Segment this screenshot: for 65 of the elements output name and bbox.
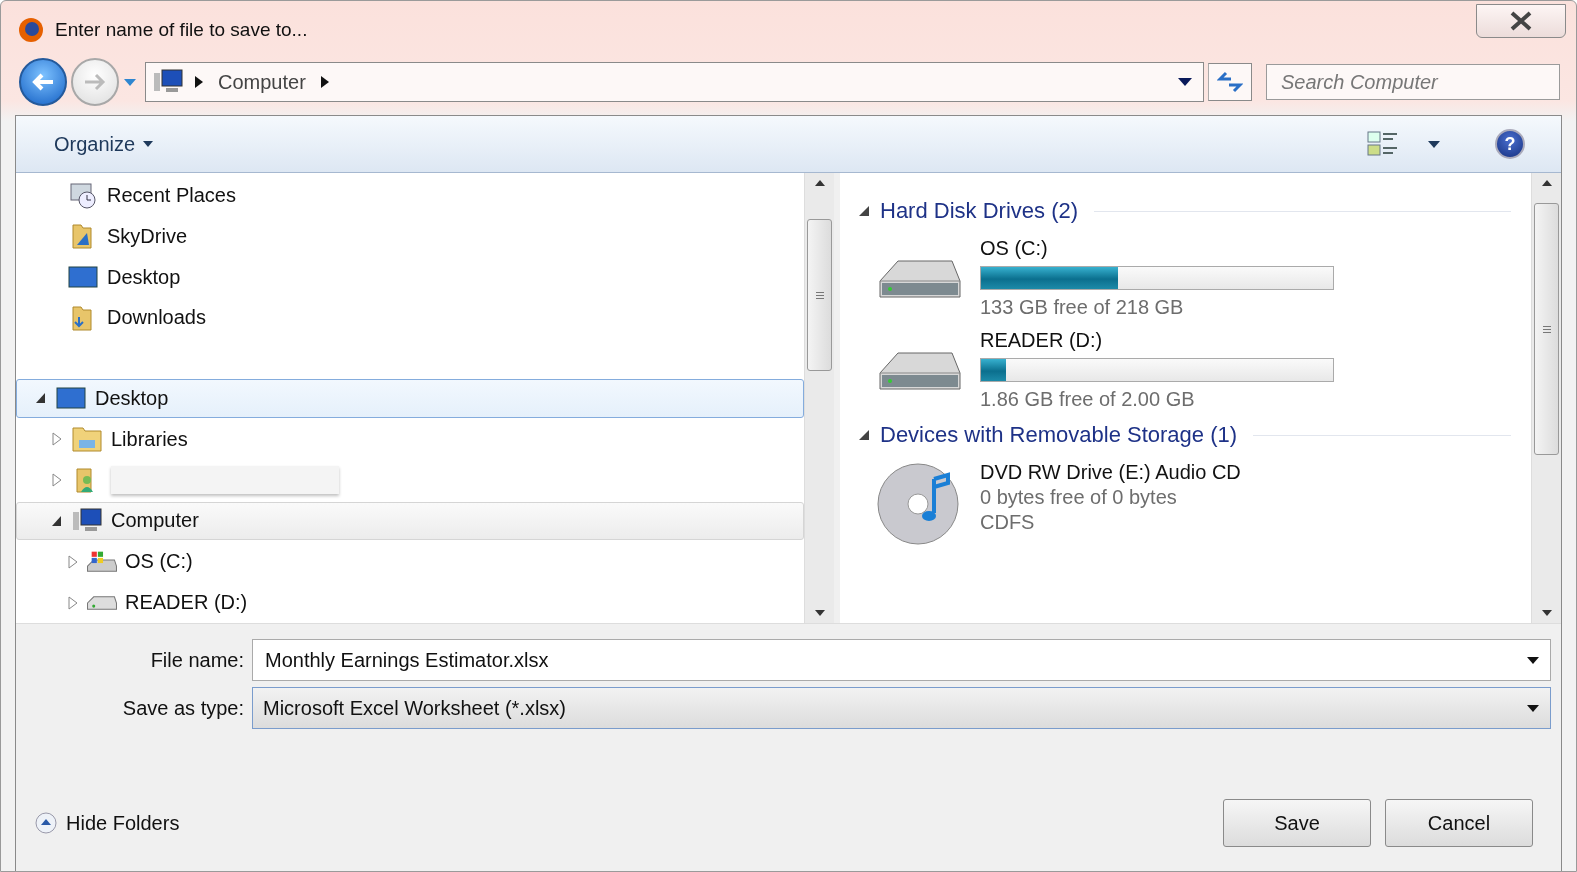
tree-item[interactable]: OS (C:) [16, 542, 804, 582]
drive-item[interactable]: OS (C:) 133 GB free of 218 GB [858, 231, 1531, 323]
scroll-down-arrow-icon[interactable] [813, 609, 826, 617]
search-box[interactable]: Search Computer [1266, 64, 1560, 100]
cancel-button[interactable]: Cancel [1385, 799, 1533, 847]
field-label: Save as type: [121, 696, 244, 720]
save-button[interactable]: Save [1223, 799, 1371, 847]
libraries-icon [71, 424, 103, 455]
caret-icon[interactable] [1427, 140, 1441, 148]
expand-arrow-icon[interactable] [51, 432, 63, 447]
caret-icon[interactable] [1526, 656, 1540, 664]
caret-icon[interactable] [1526, 704, 1540, 712]
cd-music-icon [876, 461, 962, 547]
grip-icon [815, 291, 824, 299]
back-arrow-icon [31, 72, 55, 92]
scroll-up-arrow-icon[interactable] [813, 179, 826, 187]
tree-item[interactable]: READER (D:) [16, 583, 804, 622]
drive-icon [87, 551, 117, 573]
expand-arrow-icon[interactable] [51, 473, 63, 488]
recent-places-icon [67, 180, 99, 211]
help-button[interactable]: ? [1495, 129, 1525, 159]
favorite-item[interactable]: SkyDrive [16, 216, 804, 256]
favorite-item[interactable]: Downloads [16, 298, 804, 338]
drive-item[interactable]: READER (D:) 1.86 GB free of 2.00 GB [858, 323, 1531, 415]
hide-folders-button[interactable]: Hide Folders [34, 811, 180, 835]
breadcrumb-arrow-icon[interactable] [194, 75, 204, 89]
tree-item[interactable]: Computer [16, 501, 804, 541]
file-type-dropdown[interactable]: Microsoft Excel Worksheet (*.xlsx) [252, 687, 1551, 729]
tree-item[interactable]: Desktop [16, 379, 804, 418]
breadcrumb-arrow-icon[interactable] [319, 75, 330, 89]
drive-item[interactable]: DVD RW Drive (E:) Audio CD 0 bytes free of 0 bytes CDFS [858, 455, 1531, 551]
scroll-thumb[interactable] [807, 219, 832, 371]
caret-icon[interactable] [1177, 77, 1193, 87]
breadcrumb-item[interactable]: Computer [214, 70, 310, 94]
drive-icon [87, 595, 117, 610]
refresh-button[interactable] [1208, 63, 1252, 101]
expand-arrow-icon[interactable] [67, 595, 79, 610]
grip-icon [1542, 325, 1551, 333]
scrollbar[interactable] [1531, 173, 1561, 623]
view-options-icon[interactable] [1367, 130, 1399, 158]
group-header[interactable]: Devices with Removable Storage (1) [858, 415, 1531, 455]
tree-item[interactable]: Libraries [16, 419, 804, 459]
group-header[interactable]: Hard Disk Drives (2) [858, 191, 1531, 231]
close-icon [1509, 11, 1533, 31]
forward-arrow-icon [83, 72, 107, 92]
scroll-up-arrow-icon[interactable] [1540, 179, 1553, 187]
close-button[interactable] [1476, 4, 1566, 38]
favorite-item[interactable]: Recent Places [16, 176, 804, 215]
favorite-item[interactable]: Desktop [16, 257, 804, 297]
organize-menu[interactable]: Organize [48, 131, 160, 157]
file-name-combo[interactable]: Monthly Earnings Estimator.xlsx [252, 639, 1551, 681]
scroll-down-arrow-icon[interactable] [1540, 609, 1553, 617]
refresh-icon [1217, 71, 1243, 93]
address-bar[interactable]: Computer [145, 62, 1204, 102]
expand-arrow-icon[interactable] [67, 554, 79, 569]
window-title: Enter name of file to save to... [55, 19, 309, 41]
browser-logo-icon [17, 16, 45, 44]
scrollbar[interactable] [804, 173, 834, 623]
scroll-thumb[interactable] [1534, 203, 1559, 455]
search-input[interactable]: Search Computer [1279, 69, 1551, 95]
caret-icon [143, 141, 154, 147]
back-button[interactable] [19, 58, 67, 106]
recent-pages-caret-icon[interactable] [123, 77, 137, 87]
file-name-input[interactable]: Monthly Earnings Estimator.xlsx [263, 647, 1526, 673]
field-label: File name: [149, 648, 244, 672]
